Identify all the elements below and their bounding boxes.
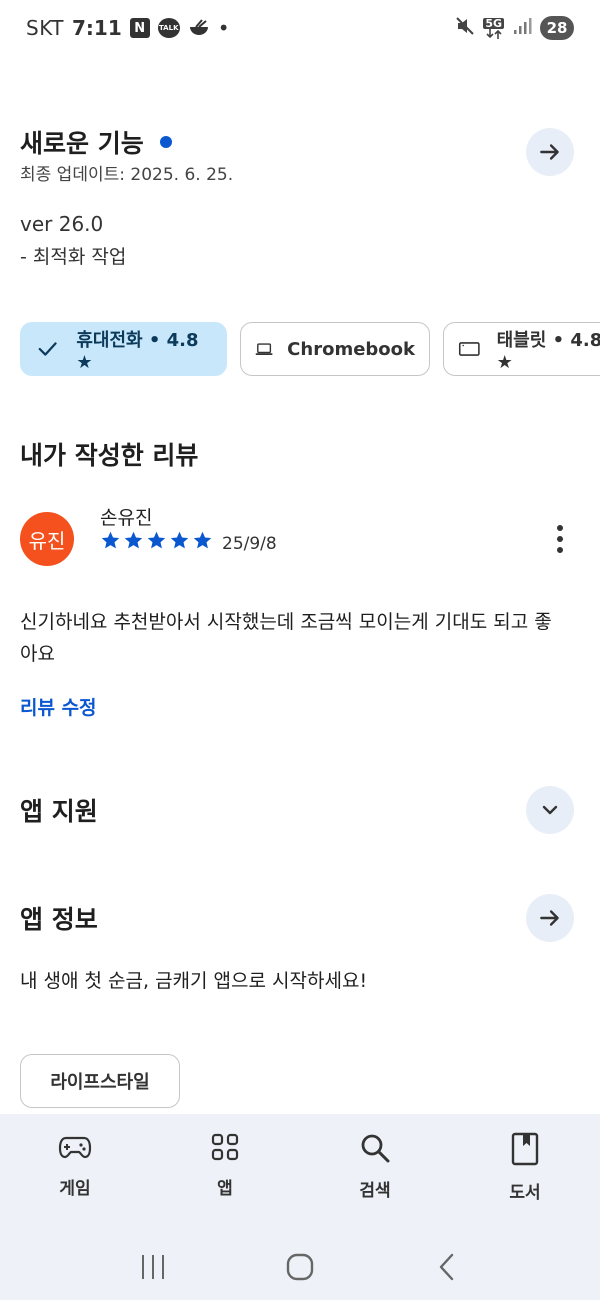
whats-new-arrow-button[interactable] <box>526 128 574 176</box>
star-icon <box>101 531 120 549</box>
nav-item-games[interactable]: 게임 <box>0 1114 150 1234</box>
device-chip-label: 휴대전화 • 4.8 ★ <box>76 329 199 373</box>
star-icon <box>124 531 143 549</box>
laptop-icon <box>255 343 273 355</box>
recent-apps-icon[interactable] <box>138 1252 168 1282</box>
home-icon[interactable] <box>285 1252 315 1282</box>
nav-label: 검색 <box>359 1181 391 1201</box>
check-icon <box>38 342 57 356</box>
bowl-notification-icon <box>188 18 210 38</box>
arrow-right-icon <box>540 144 559 160</box>
more-vert-dot <box>557 525 563 531</box>
kakaotalk-notification-icon: TALK <box>157 18 180 38</box>
status-right: 5G 28 <box>455 16 574 41</box>
arrow-right-icon <box>540 910 559 926</box>
more-vert-dot <box>557 547 563 553</box>
app-support-title: 앱 지원 <box>20 797 98 826</box>
my-review-title: 내가 작성한 리뷰 <box>20 441 199 470</box>
mute-icon <box>455 16 475 41</box>
battery-indicator: 28 <box>540 16 574 40</box>
reviewer-name: 손유진 <box>100 507 153 529</box>
status-bar: SKT 7:11 N TALK • 5G 28 <box>0 0 600 56</box>
last-updated-date: 최종 업데이트: 2025. 6. 25. <box>20 165 234 185</box>
clock: 7:11 <box>71 16 122 40</box>
back-icon[interactable] <box>432 1252 462 1282</box>
reviewer-avatar: 유진 <box>20 512 74 566</box>
device-chip-tablet[interactable]: 태블릿 • 4.8 ★ <box>443 322 600 376</box>
review-text: 신기하네요 추천받아서 시작했는데 조금씩 모이는게 기대도 되고 좋아요 <box>20 611 552 665</box>
nav-label: 앱 <box>217 1179 233 1199</box>
more-notifications-dot: • <box>217 16 230 40</box>
more-vert-dot <box>557 536 563 542</box>
new-indicator-dot <box>159 136 172 148</box>
carrier-label: SKT <box>26 16 64 40</box>
app-info-arrow-button[interactable] <box>526 894 574 942</box>
nav-item-apps[interactable]: 앱 <box>150 1114 300 1234</box>
app-info-title: 앱 정보 <box>20 905 98 934</box>
system-navigation <box>0 1234 600 1300</box>
version-text: ver 26.0 <box>20 212 104 236</box>
star-icon <box>170 531 189 549</box>
device-chip-chromebook[interactable]: Chromebook <box>240 322 430 376</box>
edit-review-link[interactable]: 리뷰 수정 <box>20 693 97 720</box>
app-support-expand-button[interactable] <box>526 786 574 834</box>
bottom-navigation: 게임 앱 검색 도서 <box>0 1114 600 1234</box>
review-more-options-button[interactable] <box>544 522 576 556</box>
gamepad-icon <box>58 1136 92 1159</box>
signal-icon <box>512 16 532 41</box>
book-icon <box>511 1132 539 1166</box>
chevron-down-icon <box>542 805 558 815</box>
star-icon <box>193 531 212 549</box>
tablet-icon <box>458 342 480 356</box>
nav-item-search[interactable]: 검색 <box>300 1114 450 1234</box>
rating-stars <box>100 530 213 551</box>
nav-label: 도서 <box>509 1183 541 1203</box>
star-icon <box>147 531 166 549</box>
nav-item-books[interactable]: 도서 <box>450 1114 600 1234</box>
device-chip-label: Chromebook <box>287 338 415 360</box>
review-date: 25/9/8 <box>222 534 277 554</box>
whats-new-label: 새로운 기능 <box>20 129 144 158</box>
status-left: SKT 7:11 N TALK • <box>26 16 230 40</box>
5g-network-icon: 5G <box>483 16 504 39</box>
device-chip-phone[interactable]: 휴대전화 • 4.8 ★ <box>20 322 227 376</box>
nav-label: 게임 <box>59 1179 91 1199</box>
app-description: 내 생애 첫 순금, 금캐기 앱으로 시작하세요! <box>20 970 368 992</box>
naver-notification-icon: N <box>129 18 150 38</box>
search-icon <box>361 1134 390 1163</box>
network-label: 5G <box>483 16 504 30</box>
category-chip[interactable]: 라이프스타일 <box>20 1054 180 1108</box>
whats-new-title: 새로운 기능 <box>20 124 172 160</box>
device-chip-label: 태블릿 • 4.8 ★ <box>496 329 600 373</box>
apps-grid-icon <box>211 1133 239 1161</box>
version-note: - 최적화 작업 <box>20 246 127 268</box>
